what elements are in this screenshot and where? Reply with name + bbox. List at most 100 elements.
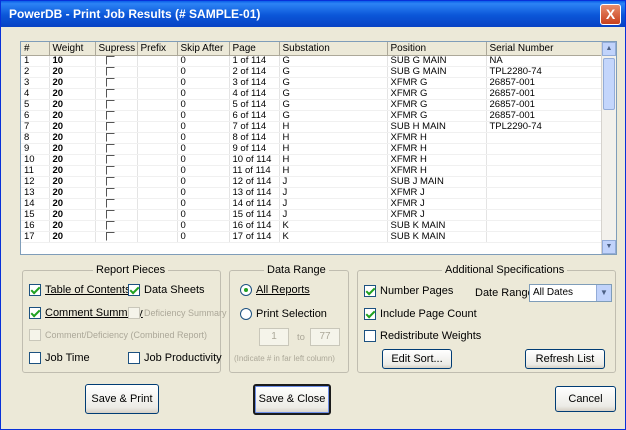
comment-summary-option[interactable]: Comment Summary bbox=[29, 307, 143, 319]
table-of-contents-option[interactable]: Table of Contents bbox=[29, 284, 131, 296]
table-row[interactable]: 12 20 0 12 of 114 J SUB J MAIN bbox=[21, 176, 604, 188]
job-time-option[interactable]: Job Time bbox=[29, 352, 90, 364]
table-cell: XFMR G bbox=[387, 110, 487, 122]
suppress-checkbox[interactable] bbox=[105, 132, 115, 142]
title-bar[interactable]: PowerDB - Print Job Results (# SAMPLE-01… bbox=[1, 1, 625, 27]
table-cell: G bbox=[279, 88, 388, 100]
table-row[interactable]: 1 10 0 1 of 114 G SUB G MAIN NA bbox=[21, 55, 604, 67]
table-cell bbox=[137, 132, 178, 144]
job-time-checkbox[interactable] bbox=[29, 352, 41, 364]
suppress-checkbox[interactable] bbox=[105, 154, 115, 164]
all-reports-radio[interactable] bbox=[240, 284, 252, 296]
column-header[interactable]: Serial Number bbox=[486, 42, 604, 56]
suppress-cell bbox=[95, 220, 138, 232]
edit-sort-button[interactable]: Edit Sort... bbox=[382, 349, 452, 369]
table-row[interactable]: 3 20 0 3 of 114 G XFMR G 26857-001 bbox=[21, 77, 604, 89]
table-row[interactable]: 14 20 0 14 of 114 J XFMR J bbox=[21, 198, 604, 210]
save-close-button[interactable]: Save & Close bbox=[253, 384, 331, 415]
print-selection-option[interactable]: Print Selection bbox=[240, 308, 327, 320]
table-cell: TPL2290-74 bbox=[486, 121, 604, 133]
suppress-checkbox[interactable] bbox=[105, 88, 115, 98]
column-header[interactable]: Substation bbox=[279, 42, 388, 56]
number-pages-option[interactable]: Number Pages bbox=[364, 285, 453, 297]
table-cell bbox=[486, 154, 604, 166]
scroll-up-icon[interactable]: ▲ bbox=[602, 42, 616, 56]
suppress-checkbox[interactable] bbox=[105, 187, 115, 197]
number-pages-checkbox[interactable] bbox=[364, 285, 376, 297]
suppress-checkbox[interactable] bbox=[105, 209, 115, 219]
column-header[interactable]: Skip After bbox=[177, 42, 230, 56]
suppress-checkbox[interactable] bbox=[105, 220, 115, 230]
table-cell bbox=[137, 220, 178, 232]
redistribute-weights-checkbox[interactable] bbox=[364, 330, 376, 342]
suppress-checkbox[interactable] bbox=[105, 77, 115, 87]
table-row[interactable]: 13 20 0 13 of 114 J XFMR J bbox=[21, 187, 604, 199]
column-header[interactable]: Supress bbox=[95, 42, 138, 56]
vertical-scrollbar[interactable]: ▲ ▼ bbox=[601, 42, 616, 254]
table-cell: SUB K MAIN bbox=[387, 220, 487, 232]
scroll-thumb[interactable] bbox=[603, 58, 615, 110]
grid-body: 1 10 0 1 of 114 G SUB G MAIN NA 2 20 0 2 of 114 G SU… bbox=[21, 55, 604, 243]
table-cell: H bbox=[279, 154, 388, 166]
suppress-checkbox[interactable] bbox=[105, 176, 115, 186]
table-cell: SUB H MAIN bbox=[387, 121, 487, 133]
suppress-cell bbox=[95, 154, 138, 166]
table-cell: 9 bbox=[21, 143, 50, 155]
table-row[interactable]: 9 20 0 9 of 114 H XFMR H bbox=[21, 143, 604, 155]
comment-summary-checkbox[interactable] bbox=[29, 307, 41, 319]
table-row[interactable]: 15 20 0 15 of 114 J XFMR J bbox=[21, 209, 604, 221]
table-cell bbox=[486, 198, 604, 210]
suppress-checkbox[interactable] bbox=[105, 99, 115, 109]
include-page-count-option[interactable]: Include Page Count bbox=[364, 308, 477, 320]
table-cell: 14 bbox=[21, 198, 50, 210]
close-icon[interactable]: X bbox=[600, 4, 621, 25]
table-cell: 12 bbox=[21, 176, 50, 188]
date-range-select[interactable]: All Dates ▼ bbox=[529, 284, 612, 302]
table-of-contents-checkbox[interactable] bbox=[29, 284, 41, 296]
suppress-checkbox[interactable] bbox=[105, 143, 115, 153]
suppress-checkbox[interactable] bbox=[105, 110, 115, 120]
job-productivity-option[interactable]: Job Productivity bbox=[128, 352, 222, 364]
column-header[interactable]: Weight bbox=[49, 42, 96, 56]
table-cell bbox=[137, 231, 178, 243]
table-row[interactable]: 7 20 0 7 of 114 H SUB H MAIN TPL2290-74 bbox=[21, 121, 604, 133]
table-row[interactable]: 11 20 0 11 of 114 H XFMR H bbox=[21, 165, 604, 177]
table-cell: 26857-001 bbox=[486, 77, 604, 89]
suppress-checkbox[interactable] bbox=[105, 55, 115, 65]
table-row[interactable]: 2 20 0 2 of 114 G SUB G MAIN TPL2280-74 bbox=[21, 66, 604, 78]
column-header[interactable]: # bbox=[21, 42, 50, 56]
suppress-checkbox[interactable] bbox=[105, 198, 115, 208]
print-job-grid[interactable]: # Weight Supress Prefix Skip After Page Substa… bbox=[20, 41, 617, 255]
cancel-button[interactable]: Cancel bbox=[555, 386, 616, 412]
suppress-checkbox[interactable] bbox=[105, 121, 115, 131]
job-productivity-checkbox[interactable] bbox=[128, 352, 140, 364]
table-row[interactable]: 6 20 0 6 of 114 G XFMR G 26857-001 bbox=[21, 110, 604, 122]
dropdown-arrow-icon[interactable]: ▼ bbox=[596, 285, 611, 301]
all-reports-option[interactable]: All Reports bbox=[240, 284, 310, 296]
column-header[interactable]: Prefix bbox=[137, 42, 178, 56]
refresh-list-button[interactable]: Refresh List bbox=[525, 349, 605, 369]
table-row[interactable]: 16 20 0 16 of 114 K SUB K MAIN bbox=[21, 220, 604, 232]
column-header[interactable]: Page bbox=[229, 42, 280, 56]
table-row[interactable]: 8 20 0 8 of 114 H XFMR H bbox=[21, 132, 604, 144]
table-cell: 0 bbox=[177, 77, 230, 89]
table-cell: 9 of 114 bbox=[229, 143, 280, 155]
suppress-checkbox[interactable] bbox=[105, 66, 115, 76]
table-row[interactable]: 4 20 0 4 of 114 G XFMR G 26857-001 bbox=[21, 88, 604, 100]
suppress-checkbox[interactable] bbox=[105, 165, 115, 175]
include-page-count-checkbox[interactable] bbox=[364, 308, 376, 320]
save-print-button[interactable]: Save & Print bbox=[85, 384, 159, 414]
suppress-checkbox[interactable] bbox=[105, 231, 115, 241]
table-cell: SUB J MAIN bbox=[387, 176, 487, 188]
range-hint: (Indicate # in far left column) bbox=[234, 354, 335, 363]
column-header[interactable]: Position bbox=[387, 42, 487, 56]
table-row[interactable]: 10 20 0 10 of 114 H XFMR H bbox=[21, 154, 604, 166]
scroll-down-icon[interactable]: ▼ bbox=[602, 240, 616, 254]
data-sheets-checkbox[interactable] bbox=[128, 284, 140, 296]
print-selection-radio[interactable] bbox=[240, 308, 252, 320]
table-row[interactable]: 5 20 0 5 of 114 G XFMR G 26857-001 bbox=[21, 99, 604, 111]
table-row[interactable]: 17 20 0 17 of 114 K SUB K MAIN bbox=[21, 231, 604, 243]
table-cell: 0 bbox=[177, 55, 230, 67]
redistribute-weights-option[interactable]: Redistribute Weights bbox=[364, 330, 481, 342]
data-sheets-option[interactable]: Data Sheets bbox=[128, 284, 205, 296]
